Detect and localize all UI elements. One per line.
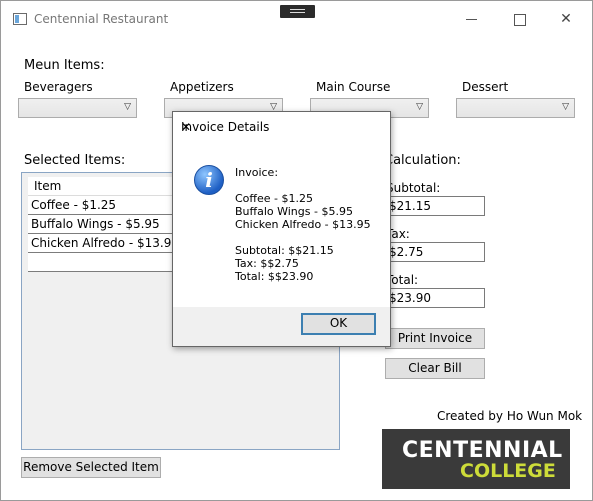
subtotal-field[interactable]: $21.15 — [385, 196, 485, 216]
invoice-dialog: Invoice Details ✕ i Invoice: Coffee - $1… — [172, 111, 391, 347]
chevron-down-icon: ▽ — [562, 102, 569, 112]
dialog-line: Total: $$23.90 — [235, 270, 314, 283]
main-window: Centennial Restaurant ✕ Meun Items: Beve… — [0, 0, 593, 501]
chevron-down-icon: ▽ — [416, 102, 423, 112]
app-icon — [13, 13, 27, 25]
dialog-title: Invoice Details — [181, 120, 270, 134]
maximize-icon — [514, 14, 526, 26]
close-icon: ✕ — [560, 11, 572, 27]
chevron-down-icon: ▽ — [124, 102, 131, 112]
beverages-combobox[interactable]: ▽ — [18, 98, 137, 118]
tax-field[interactable]: $2.75 — [385, 242, 485, 262]
dialog-body: i Invoice: Coffee - $1.25 Buffalo Wings … — [173, 140, 390, 307]
list-item-text: Coffee - $1.25 — [31, 198, 117, 212]
window-title: Centennial Restaurant — [34, 12, 169, 26]
close-button[interactable]: ✕ — [551, 7, 581, 31]
dialog-title-bar[interactable]: Invoice Details ✕ — [173, 112, 390, 140]
maximize-button[interactable] — [505, 7, 535, 31]
dialog-line: Tax: $$2.75 — [235, 257, 299, 270]
list-item-text: Chicken Alfredo - $13.95 — [31, 236, 179, 250]
column-header-item: Item — [34, 179, 62, 193]
dialog-close-icon[interactable]: ✕ — [181, 120, 191, 134]
dialog-line: Buffalo Wings - $5.95 — [235, 205, 353, 218]
dessert-combobox[interactable]: ▽ — [456, 98, 575, 118]
minimize-button[interactable] — [457, 7, 487, 31]
credit-text: Created by Ho Wun Mok — [437, 409, 583, 423]
minimize-icon — [466, 19, 477, 20]
title-bar[interactable]: Centennial Restaurant ✕ — [1, 1, 592, 37]
remove-selected-item-button[interactable]: Remove Selected Item — [21, 457, 161, 478]
subtotal-label: Subtotal: — [386, 181, 441, 195]
appetizers-label: Appetizers — [170, 80, 234, 94]
information-icon: i — [194, 165, 224, 195]
clear-bill-button[interactable]: Clear Bill — [385, 358, 485, 379]
list-item-text: Buffalo Wings - $5.95 — [31, 217, 160, 231]
menu-items-heading: Meun Items: — [24, 58, 105, 73]
dessert-label: Dessert — [462, 80, 509, 94]
beverages-label: Beveragers — [24, 80, 93, 94]
dialog-line: Coffee - $1.25 — [235, 192, 313, 205]
calculation-heading: Calculation: — [384, 153, 461, 168]
print-invoice-button[interactable]: Print Invoice — [385, 328, 485, 349]
dialog-line: Subtotal: $$21.15 — [235, 244, 334, 257]
college-logo: CENTENNIAL COLLEGE — [382, 429, 570, 489]
drag-handle-icon[interactable] — [280, 5, 315, 18]
selected-items-heading: Selected Items: — [24, 153, 126, 168]
logo-line-2: COLLEGE — [460, 460, 556, 482]
total-field[interactable]: $23.90 — [385, 288, 485, 308]
main-course-label: Main Course — [316, 80, 391, 94]
dialog-line: Invoice: — [235, 166, 279, 179]
ok-button[interactable]: OK — [301, 313, 376, 335]
dialog-line: Chicken Alfredo - $13.95 — [235, 218, 371, 231]
